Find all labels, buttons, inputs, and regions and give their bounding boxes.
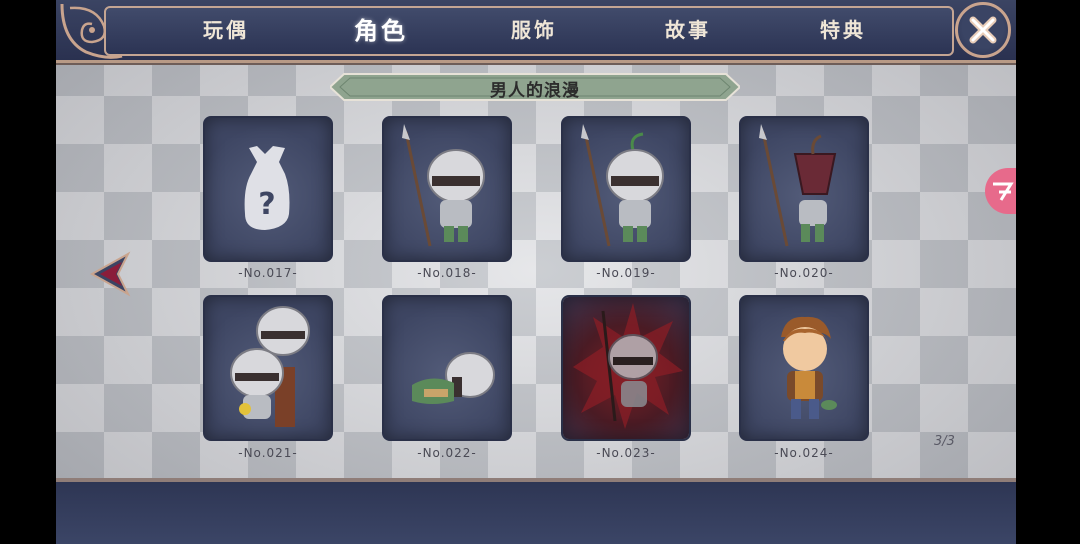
knight-spear-icon (402, 124, 485, 247)
section-title: 男人的浪漫 (490, 81, 580, 101)
close-icon (969, 16, 997, 44)
tab-characters[interactable]: 角色 (354, 11, 408, 46)
character-card-023[interactable] (563, 297, 689, 439)
corner-ornament-icon (60, 3, 123, 59)
character-card-024[interactable] (741, 297, 867, 439)
character-card-022[interactable] (384, 297, 510, 439)
boy-character-icon (781, 316, 837, 419)
character-card-019[interactable] (563, 118, 689, 260)
tab-dolls[interactable]: 玩偶 (203, 14, 249, 43)
card-number-label: -No.019- (596, 266, 656, 280)
knight-sprout-icon (581, 124, 664, 247)
tab-stories[interactable]: 故事 (665, 14, 711, 43)
character-card-018[interactable] (384, 118, 510, 260)
bottom-bar (56, 478, 1016, 544)
card-number-label: -No.021- (238, 446, 298, 460)
fallen-knight-icon (412, 352, 495, 404)
character-card-020[interactable] (741, 118, 867, 260)
card-number-label: -No.024- (774, 446, 834, 460)
tab-extras[interactable]: 特典 (820, 14, 866, 43)
cursed-knight-icon (573, 303, 683, 429)
side-menu-button[interactable] (985, 168, 1016, 214)
two-knights-icon (230, 306, 310, 427)
locked-question-icon: ? (244, 146, 290, 230)
tab-costumes[interactable]: 服饰 (511, 14, 557, 43)
character-card-017[interactable]: ? (205, 118, 331, 260)
pot-helmet-knight-icon (759, 124, 837, 247)
side-menu-icon (993, 182, 1014, 201)
card-number-label: -No.017- (238, 266, 298, 280)
card-number-label: -No.018- (417, 266, 477, 280)
card-number-label: -No.020- (774, 266, 834, 280)
left-arrow-icon[interactable] (88, 250, 134, 298)
card-number-label: -No.022- (417, 446, 477, 460)
page-indicator: 3/3 (934, 434, 955, 449)
close-button[interactable] (955, 2, 1011, 58)
character-card-021[interactable] (205, 297, 331, 439)
svg-text:?: ? (258, 187, 275, 222)
card-number-label: -No.023- (596, 446, 656, 460)
